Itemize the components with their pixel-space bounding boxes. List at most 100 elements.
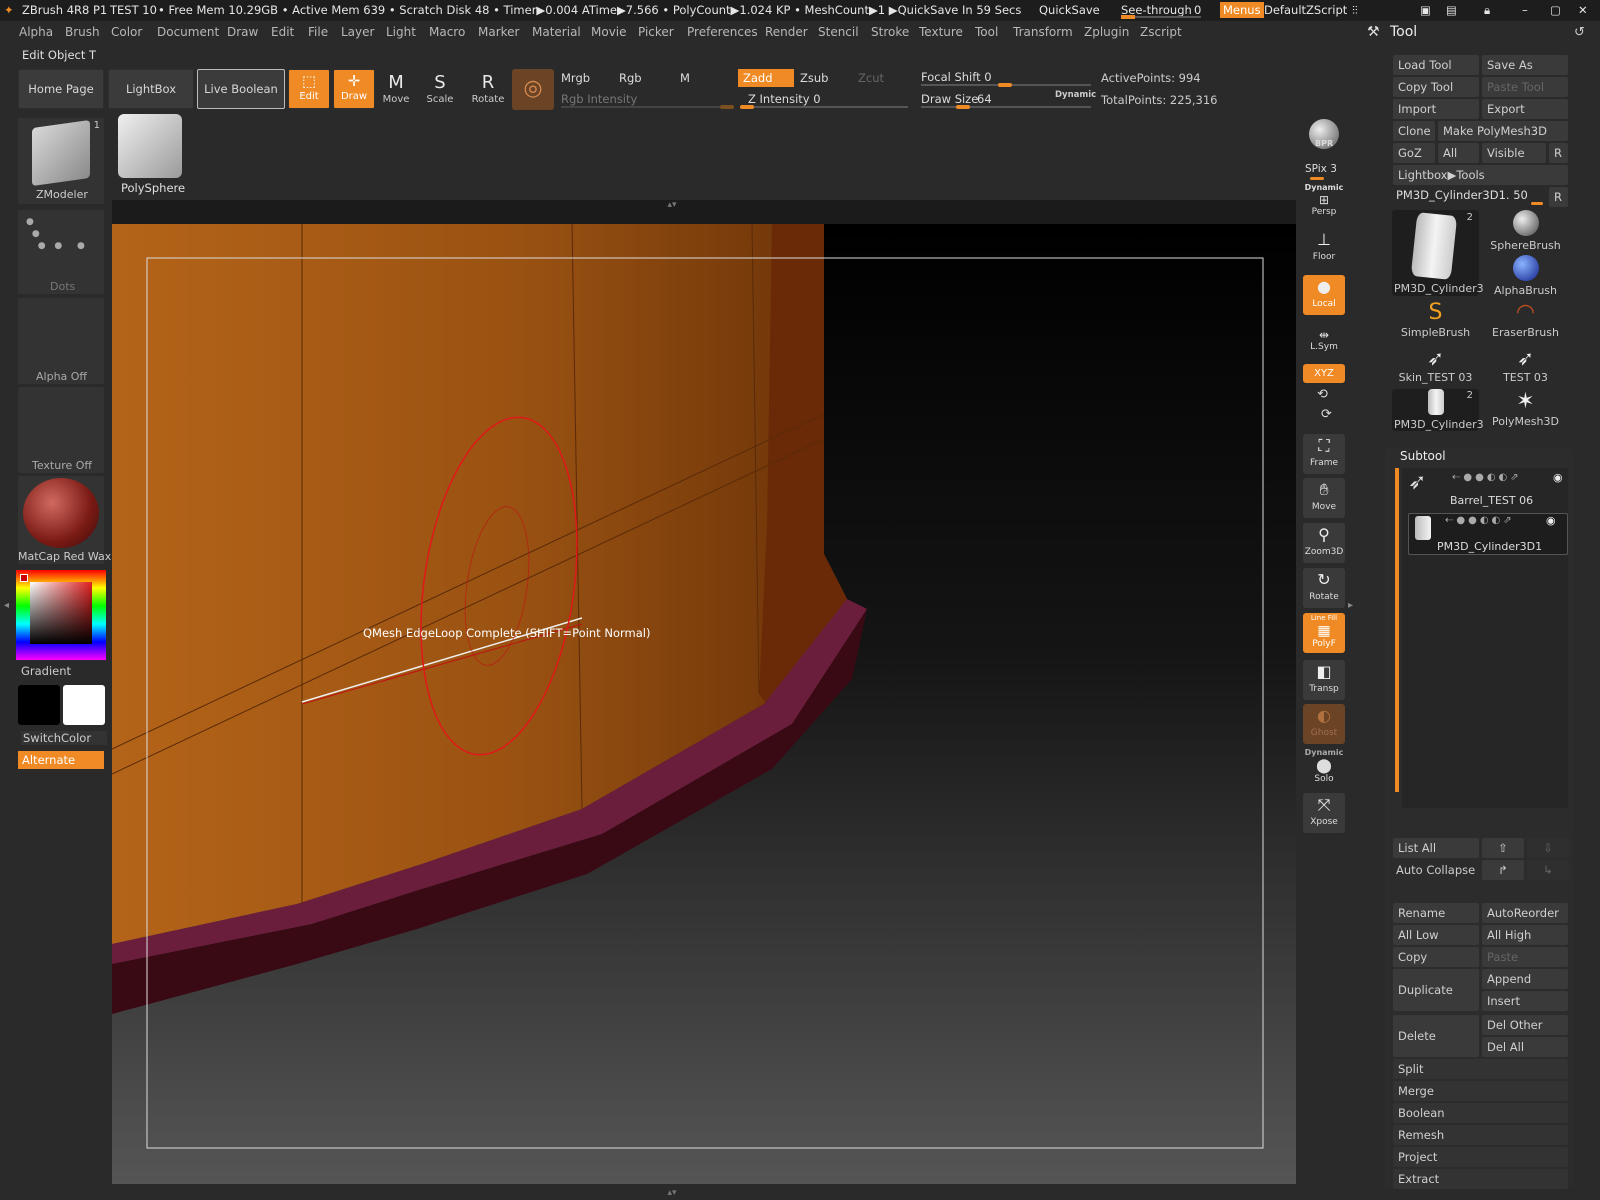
- current-tool-r-button[interactable]: R: [1549, 187, 1568, 207]
- tool-thumb-alphabrush[interactable]: AlphaBrush: [1482, 255, 1569, 297]
- remesh-section[interactable]: Remesh: [1393, 1125, 1568, 1145]
- tool-thumb-cylinder-2[interactable]: 2 PM3D_Cylinder3: [1392, 389, 1484, 431]
- menu-file[interactable]: File: [308, 25, 328, 39]
- zmodeler-brush-button[interactable]: 1 ZModeler: [18, 118, 104, 204]
- menu-material[interactable]: Material: [532, 25, 581, 39]
- make-polymesh3d-button[interactable]: Make PolyMesh3D: [1438, 121, 1568, 141]
- list-all-button[interactable]: List All: [1393, 838, 1479, 858]
- menu-color[interactable]: Color: [111, 25, 142, 39]
- lightbox-tools-button[interactable]: Lightbox▶Tools: [1393, 165, 1568, 185]
- menu-edit[interactable]: Edit: [271, 25, 294, 39]
- polyf-button[interactable]: Line Fill ▦ PolyF: [1303, 613, 1345, 653]
- autoreorder-button[interactable]: AutoReorder: [1482, 903, 1568, 923]
- default-zscript-button[interactable]: DefaultZScript: [1264, 3, 1347, 17]
- tool-thumb-simplebrush[interactable]: S SimpleBrush: [1392, 300, 1479, 342]
- paste-tool-button[interactable]: Paste Tool: [1482, 77, 1568, 97]
- current-tool-slider[interactable]: PM3D_Cylinder3D1. 50: [1396, 188, 1528, 202]
- spix-slider[interactable]: SPix 3: [1305, 163, 1337, 175]
- edge-loop-icon[interactable]: ◎: [512, 69, 554, 110]
- minimize-icon[interactable]: –: [1522, 3, 1528, 17]
- delete-button[interactable]: Delete: [1393, 1015, 1479, 1057]
- rgb-button[interactable]: Rgb: [619, 71, 642, 85]
- all-low-button[interactable]: All Low: [1393, 925, 1479, 945]
- menu-zplugin[interactable]: Zplugin: [1084, 25, 1129, 39]
- duplicate-button[interactable]: Duplicate: [1393, 969, 1479, 1011]
- xyz-button[interactable]: XYZ: [1303, 364, 1345, 383]
- menu-movie[interactable]: Movie: [591, 25, 627, 39]
- window-layout2-icon[interactable]: ▤: [1446, 3, 1457, 17]
- dynamic-toggle[interactable]: Dynamic: [1055, 90, 1096, 100]
- menu-brush[interactable]: Brush: [65, 25, 100, 39]
- bottom-collapse-icon[interactable]: ▴▾: [632, 1188, 712, 1200]
- xpose-button[interactable]: ⤧ Xpose: [1303, 793, 1345, 833]
- draw-size-slider[interactable]: Draw Size: [921, 92, 978, 106]
- menus-toggle[interactable]: Menus: [1220, 2, 1264, 18]
- append-button[interactable]: Append: [1482, 969, 1568, 989]
- merge-section[interactable]: Merge: [1393, 1081, 1568, 1101]
- draw-size-knob[interactable]: [956, 105, 970, 109]
- lightbox-button[interactable]: LightBox: [108, 69, 194, 109]
- copy-button[interactable]: Copy: [1393, 947, 1479, 967]
- extract-section[interactable]: Extract: [1393, 1169, 1568, 1189]
- alternate-button[interactable]: Alternate: [18, 751, 104, 769]
- subtool-title[interactable]: Subtool: [1400, 449, 1446, 463]
- floor-button[interactable]: ⊥ Floor: [1303, 228, 1345, 268]
- tool-thumb-polymesh3d[interactable]: ✶ PolyMesh3D: [1482, 389, 1569, 431]
- polysphere-thumbnail-icon[interactable]: [118, 114, 182, 178]
- menu-stroke[interactable]: Stroke: [871, 25, 909, 39]
- all-high-button[interactable]: All High: [1482, 925, 1568, 945]
- menu-texture[interactable]: Texture: [919, 25, 963, 39]
- copy-tool-button[interactable]: Copy Tool: [1393, 77, 1479, 97]
- tool-thumb-skin-test03[interactable]: ➶ Skin_TEST 03: [1392, 345, 1479, 387]
- rotate-mode-button[interactable]: R Rotate: [466, 72, 510, 112]
- menu-transform[interactable]: Transform: [1013, 25, 1073, 39]
- visibility-eye-icon[interactable]: ◉: [1546, 514, 1556, 527]
- arrow-redo-icon[interactable]: ↱: [1482, 860, 1524, 880]
- stroke-dots-button[interactable]: ● ● ● ● ● Dots: [18, 210, 104, 294]
- viewport[interactable]: ▴▾ QMesh EdgeLoop Complete (SHIFT=Point …: [112, 200, 1296, 1198]
- focal-shift-slider[interactable]: Focal Shift 0: [921, 70, 992, 84]
- menu-layer[interactable]: Layer: [341, 25, 374, 39]
- load-tool-button[interactable]: Load Tool: [1393, 55, 1479, 75]
- lsym-button[interactable]: ⇹ L.Sym: [1303, 328, 1345, 358]
- local-button[interactable]: ● Local: [1303, 275, 1345, 315]
- split-section[interactable]: Split: [1393, 1059, 1568, 1079]
- close-icon[interactable]: ✕: [1578, 3, 1588, 17]
- move-view-button[interactable]: ✋︎ Move: [1303, 478, 1345, 518]
- menu-render[interactable]: Render: [765, 25, 808, 39]
- import-button[interactable]: Import: [1393, 99, 1479, 119]
- right-collapse-icon[interactable]: ▸: [1348, 600, 1353, 611]
- menu-marker[interactable]: Marker: [478, 25, 519, 39]
- subtool-controls-icon[interactable]: ⇠●●◐◐⇗: [1445, 515, 1515, 526]
- clone-button[interactable]: Clone: [1393, 121, 1435, 141]
- tool-thumb-cylinder[interactable]: 2 PM3D_Cylinder3: [1392, 210, 1484, 296]
- lock-icon[interactable]: 🔒︎: [1484, 3, 1490, 18]
- quicksave-button[interactable]: QuickSave: [1039, 3, 1100, 17]
- z-intensity-slider[interactable]: Z Intensity 0: [748, 92, 821, 106]
- del-all-button[interactable]: Del All: [1482, 1037, 1568, 1057]
- solo-button[interactable]: Dynamic ⬤ Solo: [1303, 748, 1345, 788]
- m-button[interactable]: M: [680, 71, 690, 85]
- secondary-color-swatch[interactable]: [18, 685, 60, 725]
- boolean-section[interactable]: Boolean: [1393, 1103, 1568, 1123]
- menu-macro[interactable]: Macro: [429, 25, 465, 39]
- alpha-button[interactable]: Alpha Off: [18, 298, 104, 384]
- tool-thumb-eraserbrush[interactable]: ◠ EraserBrush: [1482, 300, 1569, 342]
- rotate-y-icon[interactable]: ⟲: [1317, 387, 1328, 402]
- menu-alpha[interactable]: Alpha: [19, 25, 53, 39]
- panel-reset-icon[interactable]: ↺: [1574, 25, 1585, 40]
- rotate-view-button[interactable]: ↻ Rotate: [1303, 568, 1345, 608]
- zoom3d-button[interactable]: ⚲ Zoom3D: [1303, 523, 1345, 563]
- subtool-scrollbar[interactable]: [1395, 468, 1399, 792]
- scale-mode-button[interactable]: S Scale: [418, 72, 462, 112]
- move-down-arrow-icon[interactable]: ⇩: [1527, 838, 1569, 858]
- rgb-intensity-slider[interactable]: Rgb Intensity: [561, 92, 637, 106]
- goz-r-button[interactable]: R: [1549, 143, 1568, 163]
- top-collapse-icon[interactable]: ▴▾: [632, 200, 712, 212]
- tool-thumb-test03[interactable]: ➶ TEST 03: [1482, 345, 1569, 387]
- menu-picker[interactable]: Picker: [638, 25, 674, 39]
- move-up-arrow-icon[interactable]: ⇧: [1482, 838, 1524, 858]
- frame-button[interactable]: ⛶ Frame: [1303, 434, 1345, 474]
- insert-button[interactable]: Insert: [1482, 991, 1568, 1011]
- zcut-button[interactable]: Zcut: [858, 71, 884, 85]
